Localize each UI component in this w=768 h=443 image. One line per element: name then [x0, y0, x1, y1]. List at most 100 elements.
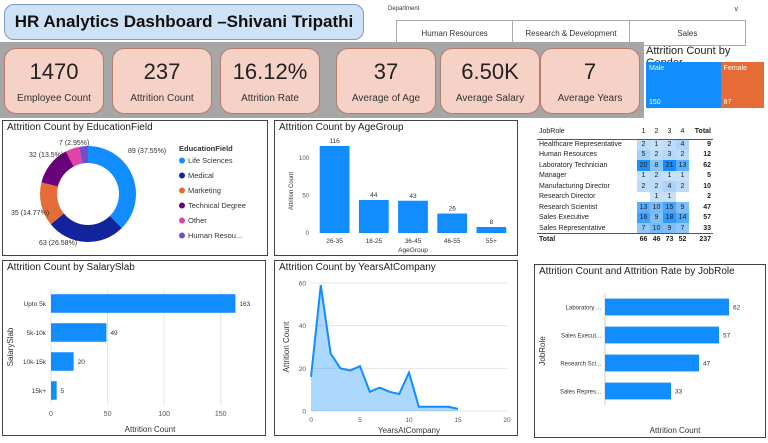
kpi-value: 6.50K [461, 59, 519, 84]
matrix-header-col[interactable]: 1 [637, 125, 650, 140]
matrix-row-total: 47 [703, 203, 711, 211]
bar[interactable] [605, 354, 699, 372]
matrix-row[interactable]: Human Resources 5 2 3 2 12 [537, 149, 713, 160]
matrix-row-label: Manager [539, 172, 567, 180]
matrix-header-col[interactable]: 4 [676, 125, 689, 140]
bar-data-label: 47 [703, 361, 711, 368]
bar-data-label: 43 [409, 193, 417, 200]
legend-title: EducationField [179, 144, 233, 153]
matrix-header-col[interactable]: 3 [663, 125, 676, 140]
bar-data-label: 49 [110, 330, 118, 337]
matrix-total-label: Total [537, 233, 637, 244]
bar[interactable] [51, 381, 57, 400]
matrix-row[interactable]: Healthcare Representative 2 1 2 4 9 [537, 139, 713, 150]
kpi-label: Attrition Rate [241, 93, 299, 104]
kpi-card-average-salary: 6.50K Average Salary [440, 48, 540, 114]
matrix-row[interactable]: Sales Executive 16 9 18 14 57 [537, 212, 713, 223]
bar[interactable] [437, 213, 468, 234]
kpi-card-employee-count: 1470 Employee Count [4, 48, 104, 114]
bar[interactable] [51, 323, 107, 342]
matrix-cell: 7 [676, 223, 689, 234]
matrix-row-total: 62 [703, 161, 711, 169]
legend-item[interactable]: Medical [188, 171, 214, 180]
legend-marker [179, 232, 185, 239]
matrix-row-total: 12 [703, 151, 711, 159]
department-option-sales[interactable]: Sales [629, 20, 746, 46]
matrix-row[interactable]: Manufacturing Director 2 2 4 2 10 [537, 181, 713, 192]
kpi-label: Average Years [557, 93, 623, 104]
x-tick-label: 36-45 [405, 238, 422, 245]
kpi-value: 237 [143, 59, 181, 84]
legend-item[interactable]: Marketing [188, 186, 221, 195]
kpi-value: 7 [583, 59, 597, 84]
chevron-down-icon[interactable]: v [735, 6, 739, 13]
matrix-cell: 1 [650, 191, 663, 202]
matrix-header-col[interactable]: 2 [650, 125, 663, 140]
kpi-label: Attrition Count [130, 93, 194, 104]
y-tick-label: 0 [306, 231, 310, 237]
matrix-row[interactable]: Research Scientist 13 10 15 9 47 [537, 202, 713, 213]
bar[interactable] [319, 146, 350, 233]
bar[interactable] [51, 352, 74, 371]
y-tick-label: Sales Repres... [560, 390, 601, 396]
bar[interactable] [51, 294, 236, 313]
matrix-header-total[interactable]: Total [689, 125, 713, 140]
bar[interactable] [605, 382, 671, 400]
matrix-cell: 2 [637, 139, 650, 150]
matrix-row[interactable]: Research Director 1 1 2 [537, 191, 713, 202]
legend-item[interactable]: Life Sciences [188, 156, 233, 165]
bar-data-label: 116 [329, 138, 340, 145]
kpi-value: 1470 [29, 59, 79, 84]
matrix-cell: 8 [650, 160, 663, 171]
salaryslab-bar-chart: 0 50 100 150 163 Upto 5k 49 5k-10k 20 10k-15k 5 15k… [6, 289, 251, 434]
matrix-row-total: 9 [707, 141, 711, 148]
bar[interactable] [605, 326, 719, 344]
bar[interactable] [605, 298, 729, 316]
gender-segment-female[interactable]: Female 87 [720, 62, 764, 108]
legend-item[interactable]: Human Resou... [188, 231, 242, 240]
matrix-row[interactable]: Sales Representative 7 10 9 7 33 [537, 223, 713, 234]
matrix-cell: 16 [637, 212, 650, 223]
matrix-header-jobrole[interactable]: JobRole [537, 125, 637, 140]
donut-data-label: 32 (13.5%) [29, 152, 63, 159]
x-tick-label: 100 [158, 411, 170, 418]
matrix-row[interactable]: Manager 1 2 1 1 5 [537, 170, 713, 181]
y-tick-label: 60 [299, 281, 307, 288]
donut-slice[interactable] [50, 213, 122, 242]
matrix-row-total: 2 [707, 193, 711, 201]
bar[interactable] [476, 227, 507, 233]
bar-data-label: 62 [733, 305, 741, 312]
matrix-row[interactable]: Laboratory Technician 20 8 21 13 62 [537, 160, 713, 171]
department-slicer[interactable]: Department v Human Resources Research & … [382, 4, 764, 46]
kpi-card-attrition-count: 237 Attrition Count [112, 48, 212, 114]
y-axis-label: SalarySlab [6, 327, 15, 366]
y-axis-label: Attrition Count [282, 321, 291, 372]
legend-item[interactable]: Other [188, 216, 207, 225]
matrix-cell: 7 [637, 223, 650, 234]
agegroup-panel-title: Attrition Count by AgeGroup [279, 122, 404, 133]
donut-slice[interactable] [88, 146, 136, 229]
gender-segment-male[interactable]: Male 150 [646, 62, 721, 108]
agegroup-bar-chart: 0 50 100 116 26-35 44 18-25 43 36-45 26 46-55 8 55+ A… [289, 138, 507, 254]
agegroup-panel: 0 50 100 116 26-35 44 18-25 43 36-45 26 46-55 8 55+ A… [274, 120, 518, 256]
x-tick-label: 46-55 [444, 238, 461, 245]
matrix-cell: 2 [676, 181, 689, 192]
matrix-cell: 1 [663, 170, 676, 181]
legend-marker [179, 217, 185, 224]
matrix-cell: 10 [650, 202, 663, 213]
bar[interactable] [358, 200, 389, 233]
bar[interactable] [398, 200, 428, 233]
matrix-cell: 9 [663, 223, 676, 234]
x-tick-label: 15 [454, 417, 462, 424]
jobrole-panel-title: Attrition Count and Attrition Rate by Jo… [539, 266, 735, 277]
matrix-cell: 2 [650, 181, 663, 192]
matrix-cell: 14 [676, 212, 689, 223]
matrix-total-cell: 52 [676, 233, 689, 244]
matrix-row-label: Research Director [539, 193, 596, 201]
matrix-cell: 2 [676, 149, 689, 160]
matrix-row-label: Manufacturing Director [539, 182, 610, 190]
legend-item[interactable]: Technical Degree [188, 201, 246, 210]
matrix-row-label: Human Resources [539, 151, 597, 159]
x-tick-label: 10 [405, 417, 413, 424]
matrix-total-cell: 73 [663, 233, 676, 244]
